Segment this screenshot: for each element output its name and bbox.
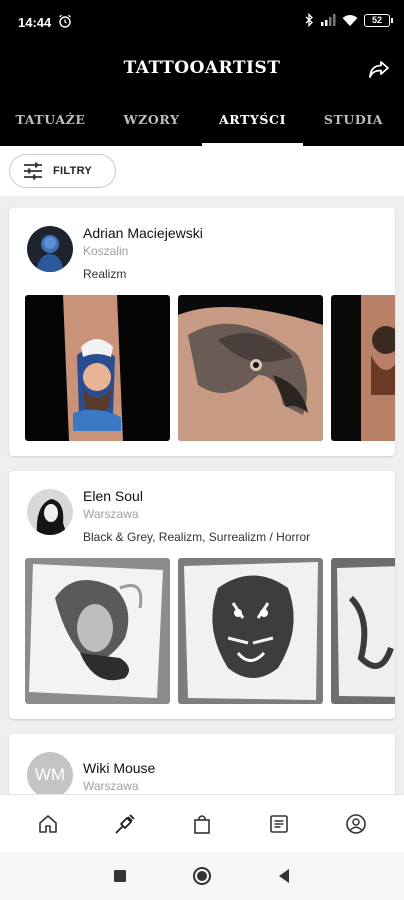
nav-shop[interactable] [180,802,224,846]
artists-feed[interactable]: Adrian Maciejewski Koszalin Realizm Elen… [0,196,404,794]
artist-name[interactable]: Adrian Maciejewski [83,225,203,241]
artist-gallery[interactable] [25,295,395,441]
status-time: 14:44 [18,15,52,30]
tab-wzory[interactable]: WZORY [101,100,202,146]
signal-icon [321,14,336,26]
nav-profile[interactable] [334,802,378,846]
filter-bar: FILTRY [0,146,404,196]
app-title: TATTOOARTIST [123,58,281,78]
filter-label: FILTRY [53,165,93,177]
share-icon[interactable] [366,56,392,82]
back-icon[interactable] [274,866,294,886]
artist-city: Warszawa [83,507,139,521]
profile-icon [345,813,366,834]
artist-styles: Realizm [83,267,127,281]
avatar-initials: WM [34,765,66,784]
shop-bag-icon [194,814,210,834]
nav-tattoo[interactable] [103,802,147,846]
tattoo-sailor-portrait-image[interactable] [25,295,170,441]
drawing-tiger-image[interactable] [178,558,323,704]
tab-bar: TATUAŻE WZORY ARTYŚCI STUDIA [0,100,404,146]
bottom-navigation [0,794,404,852]
alarm-icon [59,14,71,28]
artist-name[interactable]: Wiki Mouse [83,760,155,776]
tattoo-eagle-image[interactable] [178,295,323,441]
artist-name[interactable]: Elen Soul [83,488,143,504]
artist-styles: Black & Grey, Realizm, Surrealizm / Horr… [83,530,311,544]
filter-button[interactable]: FILTRY [9,154,116,188]
artist-city: Koszalin [83,244,129,258]
nav-articles[interactable] [257,802,301,846]
home-circle-icon[interactable] [192,866,212,886]
battery-level: 52 [371,14,382,25]
drawing-abstract-image[interactable] [331,558,395,704]
app-bar: TATTOOARTIST [0,44,404,100]
avatar [27,226,73,272]
tattoo-machine-icon [115,813,135,834]
tattoo-portrait-image[interactable] [331,295,395,441]
artist-card[interactable]: Elen Soul Warszawa Black & Grey, Realizm… [9,471,395,719]
nav-home[interactable] [26,802,70,846]
recent-apps-icon[interactable] [110,866,130,886]
battery-icon: 52 [364,13,393,27]
artist-city: Warszawa [83,779,139,793]
status-bar: 14:44 52 [0,0,404,44]
avatar [27,489,73,535]
document-icon [269,814,288,833]
wifi-icon [342,15,358,26]
sliders-icon [24,162,42,180]
artist-card[interactable]: WM Wiki Mouse Warszawa [9,734,395,794]
home-icon [39,814,58,833]
artist-card[interactable]: Adrian Maciejewski Koszalin Realizm [9,208,395,456]
tab-artysci[interactable]: ARTYŚCI [202,100,303,146]
tab-studia[interactable]: STUDIA [303,100,404,146]
bluetooth-icon [305,13,313,27]
artist-gallery[interactable] [25,558,395,704]
tab-tatuaze[interactable]: TATUAŻE [0,100,101,146]
avatar: WM [27,752,73,794]
system-navigation [0,852,404,900]
drawing-woman-smoke-image[interactable] [25,558,170,704]
